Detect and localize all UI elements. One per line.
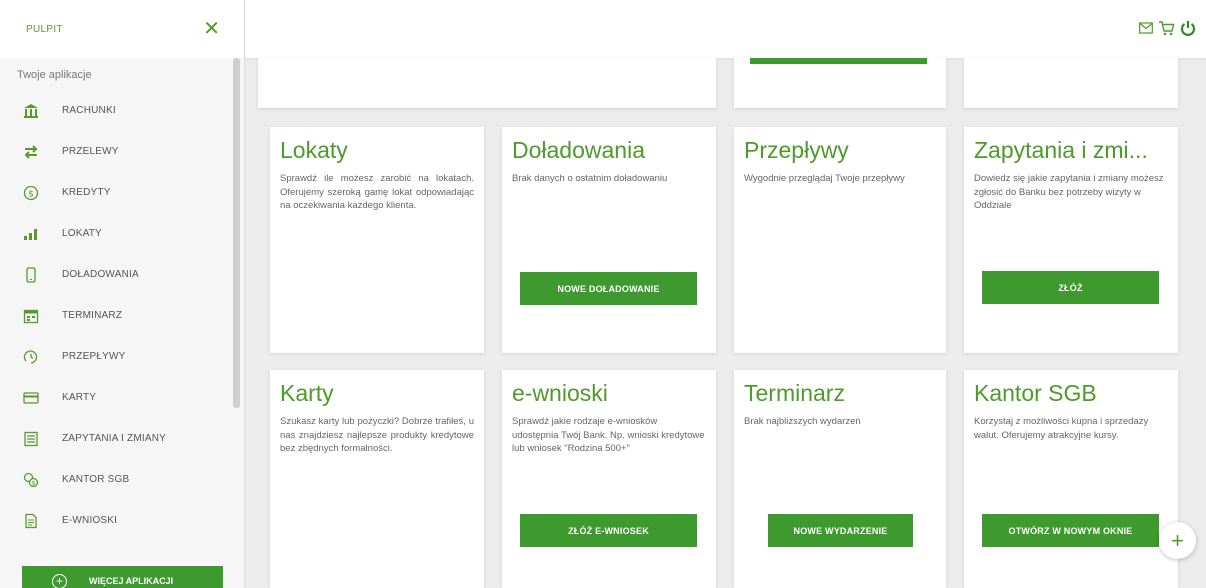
card-text: Korzystaj z możliwości kupna i sprzedaży… [974, 416, 1149, 441]
power-icon[interactable] [1180, 20, 1196, 36]
clock-flow-icon [23, 349, 39, 365]
exchange-icon: $ [23, 472, 39, 488]
sidebar-item-karty[interactable]: KARTY [0, 377, 244, 418]
cart-icon[interactable] [1158, 20, 1175, 36]
card-icon [23, 390, 39, 406]
submit-ewniosek-button[interactable]: ZŁÓŻ E-WNIOSEK [520, 514, 697, 547]
sidebar-title: PULPIT [26, 23, 63, 35]
sidebar-item-label: KARTY [62, 392, 97, 403]
close-icon[interactable]: ✕ [203, 19, 220, 39]
top-icons [1139, 20, 1196, 36]
sidebar: PULPIT ✕ Twoje aplikacje RACHUNKI PRZELE… [0, 0, 245, 588]
card-partial-2 [734, 58, 946, 108]
sidebar-item-ewnioski[interactable]: E-WNIOSKI [0, 500, 244, 541]
sidebar-item-label: DOŁADOWANIA [62, 269, 139, 280]
card-title: Terminarz [744, 380, 845, 406]
sidebar-item-label: KREDYTY [62, 187, 111, 198]
card-ewnioski[interactable]: e-wnioski Sprawdź jakie rodzaje e-wniosk… [502, 370, 716, 588]
list-doc-icon [23, 431, 39, 447]
svg-text:$: $ [28, 189, 34, 199]
more-apps-label: WIĘCEJ APLIKACJI [89, 576, 174, 586]
sidebar-item-doladowania[interactable]: DOŁADOWANIA [0, 254, 244, 295]
sidebar-item-label: TERMINARZ [62, 310, 123, 321]
sidebar-item-label: LOKATY [62, 228, 102, 239]
card-doladowania[interactable]: Doładowania Brak danych o ostatnim doład… [502, 127, 716, 353]
sidebar-subtitle: Twoje aplikacje [17, 69, 92, 81]
card-title: Doładowania [512, 137, 645, 163]
card-text: Sprawdź ile możesz zarobić na lokatach. … [280, 173, 474, 211]
sidebar-item-label: KANTOR SGB [62, 474, 130, 485]
sidebar-item-label: PRZEPŁYWY [62, 351, 126, 362]
sidebar-item-zapytania[interactable]: ZAPYTANIA I ZMIANY [0, 418, 244, 459]
card-text: Dowiedz się jakie zapytania i zmiany moż… [974, 173, 1164, 211]
card-lokaty[interactable]: Lokaty Sprawdź ile możesz zarobić na lok… [270, 127, 484, 353]
open-new-window-button[interactable]: OTWÓRZ W NOWYM OKNIE [982, 514, 1159, 547]
card-text: Brak danych o ostatnim doładowaniu [512, 173, 668, 184]
bars-growth-icon [23, 226, 39, 242]
sidebar-item-kantor[interactable]: $ KANTOR SGB [0, 459, 244, 500]
card-partial-1 [258, 58, 716, 108]
card-karty[interactable]: Karty Szukasz karty lub pożyczki? Dobrze… [270, 370, 484, 588]
new-event-button[interactable]: NOWE WYDARZENIE [768, 514, 913, 547]
submit-button[interactable]: ZŁÓŻ [982, 271, 1159, 304]
plus-circle-icon: + [52, 573, 67, 588]
sidebar-scrollbar[interactable] [233, 58, 240, 408]
card-title: e-wnioski [512, 380, 608, 406]
card-title: Lokaty [280, 137, 348, 163]
sidebar-item-label: ZAPYTANIA I ZMIANY [62, 433, 166, 444]
card-text: Brak najbliższych wydarzeń [744, 416, 861, 427]
phone-icon [23, 266, 39, 283]
card-text: Szukasz karty lub pożyczki? Dobrze trafi… [280, 416, 474, 454]
card-przeplywy[interactable]: Przepływy Wygodnie przeglądaj Twoje prze… [734, 127, 946, 353]
mail-icon[interactable] [1139, 22, 1153, 34]
sidebar-item-label: E-WNIOSKI [62, 515, 118, 526]
card-title: Zapytania i zmi... [974, 137, 1148, 163]
sidebar-item-rachunki[interactable]: RACHUNKI [0, 90, 244, 131]
sidebar-list: RACHUNKI PRZELEWY $ KREDYTY LOKATY DOŁAD… [0, 90, 244, 541]
sidebar-item-terminarz[interactable]: TERMINARZ [0, 295, 244, 336]
partial-button[interactable] [750, 58, 927, 64]
card-title: Kantor SGB [974, 380, 1097, 406]
add-fab-button[interactable]: + [1159, 522, 1196, 559]
card-text: Sprawdź jakie rodzaje e-wniosków udostęp… [512, 416, 705, 454]
sidebar-item-przelewy[interactable]: PRZELEWY [0, 131, 244, 172]
sidebar-item-label: PRZELEWY [62, 146, 119, 157]
card-title: Przepływy [744, 137, 849, 163]
new-topup-button[interactable]: NOWE DOŁADOWANIE [520, 272, 697, 305]
sidebar-item-kredyty[interactable]: $ KREDYTY [0, 172, 244, 213]
card-terminarz[interactable]: Terminarz Brak najbliższych wydarzeń NOW… [734, 370, 946, 588]
calendar-icon [23, 308, 39, 324]
more-apps-button[interactable]: + WIĘCEJ APLIKACJI [22, 566, 223, 588]
svg-text:$: $ [32, 480, 36, 487]
card-kantor[interactable]: Kantor SGB Korzystaj z możliwości kupna … [964, 370, 1178, 588]
card-zapytania[interactable]: Zapytania i zmi... Dowiedz się jakie zap… [964, 127, 1178, 353]
card-partial-3 [964, 58, 1178, 108]
dollar-coin-icon: $ [23, 185, 39, 201]
sidebar-item-lokaty[interactable]: LOKATY [0, 213, 244, 254]
transfer-arrows-icon [23, 144, 39, 160]
bank-icon [23, 103, 39, 119]
top-bar [245, 0, 1206, 58]
document-icon [23, 513, 39, 529]
card-text: Wygodnie przeglądaj Twoje przepływy [744, 173, 905, 184]
sidebar-item-label: RACHUNKI [62, 105, 116, 116]
sidebar-header: PULPIT ✕ [0, 0, 244, 58]
card-title: Karty [280, 380, 334, 406]
sidebar-item-przeplywy[interactable]: PRZEPŁYWY [0, 336, 244, 377]
